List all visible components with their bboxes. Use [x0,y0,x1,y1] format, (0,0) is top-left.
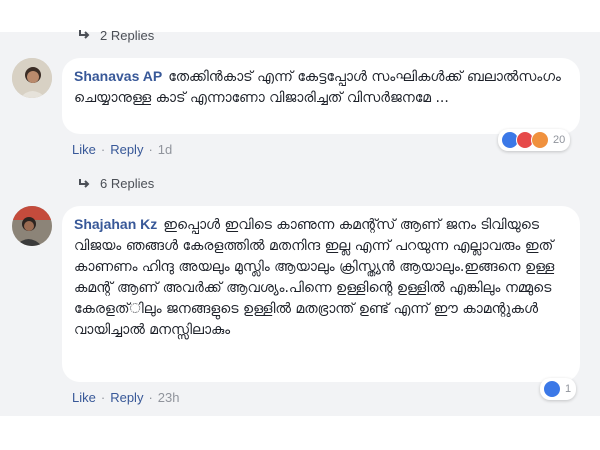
comment-actions: Like · Reply · 23h [72,390,180,405]
comment-timestamp[interactable]: 1d [158,142,172,157]
separator-dot: · [100,142,106,157]
replies-count-label: 2 Replies [100,27,155,43]
reply-arrow-icon [79,30,90,39]
reply-link[interactable]: Reply [110,390,143,405]
reactions-summary[interactable]: 1 [540,378,577,400]
comment-bubble: Shajahan Kz ഇപ്പൊൾ ഇവിടെ കാണുന്ന കമന്റ്സ്… [62,206,580,382]
comment-actions: Like · Reply · 1d [72,142,172,157]
reactions-summary[interactable]: 20 [498,129,571,151]
view-replies-link-top[interactable]: 2 Replies [78,26,154,44]
replies-count-label: 6 Replies [100,176,155,191]
separator-dot: · [100,390,106,405]
avatar[interactable] [12,206,52,246]
comment-author[interactable]: Shanavas AP [74,68,162,84]
comment-text: ഇപ്പൊൾ ഇവിടെ കാണുന്ന കമന്റ്സ് ആണ് ജനം ടി… [74,217,555,338]
comment-author[interactable]: Shajahan Kz [74,216,157,232]
view-replies-link[interactable]: 6 Replies [78,176,154,191]
separator-dot: · [148,390,153,405]
angry-icon [531,131,549,149]
avatar-photo-icon [12,58,52,98]
comment-bubble: Shanavas AP തേക്കിൻകാട് എന്ന് കേട്ടപ്പോൾ … [62,58,580,134]
comment-timestamp[interactable]: 23h [158,390,180,405]
separator-dot: · [148,142,153,157]
avatar-photo-icon [12,206,52,246]
reply-arrow-icon [79,178,90,188]
reaction-count: 1 [565,383,572,395]
avatar[interactable] [12,58,52,98]
reply-link[interactable]: Reply [110,142,143,157]
like-link[interactable]: Like [72,390,96,405]
like-icon [543,380,561,398]
reaction-count: 20 [553,134,566,146]
like-link[interactable]: Like [72,142,96,157]
